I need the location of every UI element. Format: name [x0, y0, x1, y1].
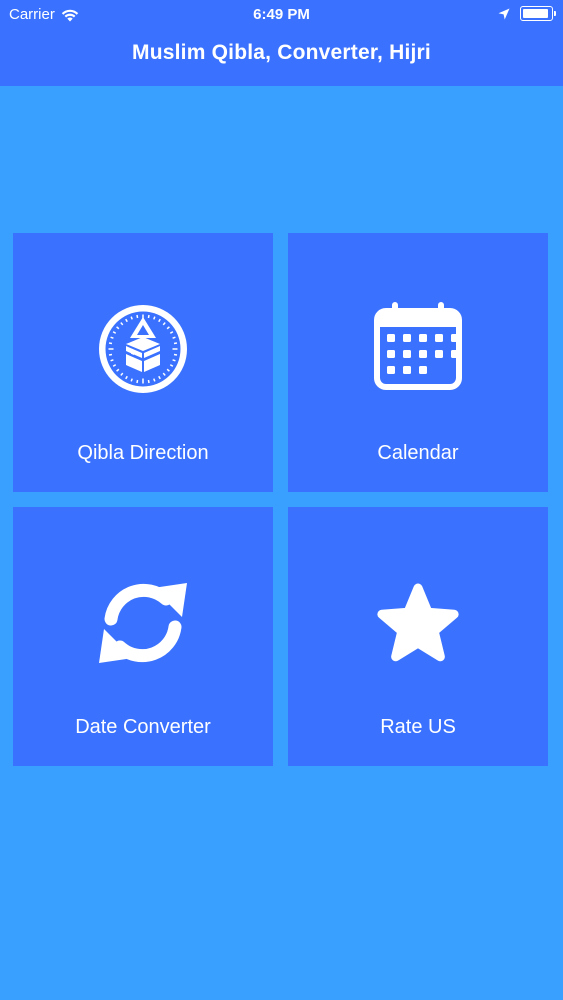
date-converter-tile[interactable]: Date Converter	[13, 507, 273, 766]
page-title: Muslim Qibla, Converter, Hijri	[132, 41, 431, 64]
compass-tick	[130, 316, 133, 320]
compass-tick	[172, 336, 176, 339]
date-converter-label: Date Converter	[75, 716, 211, 738]
app-screen: Carrier 6:49 PM Muslim Qibla, Converter,…	[0, 0, 563, 1000]
compass-tick	[108, 342, 113, 345]
status-bar-right	[498, 6, 556, 21]
location-arrow-icon	[498, 8, 510, 19]
calendar-day-cell	[451, 334, 459, 342]
star-icon	[377, 583, 459, 662]
compass-tick	[130, 378, 133, 382]
calendar-day-cell	[419, 334, 427, 342]
calendar-day-cell	[387, 350, 395, 358]
calendar-label: Calendar	[377, 442, 459, 464]
status-bar: Carrier 6:49 PM	[0, 0, 563, 30]
compass-tick	[110, 336, 114, 339]
calendar-icon	[374, 302, 462, 390]
compass-tick	[108, 353, 113, 356]
calendar-day-cell	[419, 366, 427, 374]
calendar-day-cell	[387, 366, 395, 374]
calendar-day-cell	[435, 350, 443, 358]
rate-us-tile[interactable]: Rate US	[288, 507, 548, 766]
calendar-day-cell	[419, 350, 427, 358]
compass-tick	[136, 379, 139, 384]
navigation-bar: Carrier 6:49 PM Muslim Qibla, Converter,…	[0, 0, 563, 86]
tile-icon-wrap	[13, 233, 273, 423]
compass-tick	[110, 359, 114, 362]
compass-tick	[136, 314, 139, 319]
refresh-icon	[99, 583, 187, 663]
compass-tick	[173, 353, 178, 356]
compass-tick	[173, 342, 178, 345]
compass-tick	[153, 316, 156, 320]
qibla-direction-label: Qibla Direction	[77, 442, 209, 464]
tile-icon-wrap	[288, 233, 548, 423]
calendar-day-cell	[403, 366, 411, 374]
battery-level	[522, 8, 549, 18]
compass-tick	[172, 359, 176, 362]
calendar-day-cell	[435, 334, 443, 342]
status-time: 6:49 PM	[253, 6, 310, 23]
compass-tick	[147, 314, 150, 319]
calendar-tile[interactable]: Calendar	[288, 233, 548, 492]
compass-tick	[153, 378, 156, 382]
battery-icon	[520, 6, 556, 21]
tile-icon-wrap	[288, 507, 548, 697]
qibla-direction-tile[interactable]: Qibla Direction	[13, 233, 273, 492]
tile-icon-wrap	[13, 507, 273, 697]
qibla-compass-icon	[99, 305, 187, 393]
calendar-day-cell	[403, 334, 411, 342]
calendar-day-cell	[451, 350, 459, 358]
calendar-day-cell	[403, 350, 411, 358]
calendar-day-cell	[387, 334, 395, 342]
compass-tick	[147, 379, 150, 384]
rate-us-label: Rate US	[380, 716, 456, 738]
